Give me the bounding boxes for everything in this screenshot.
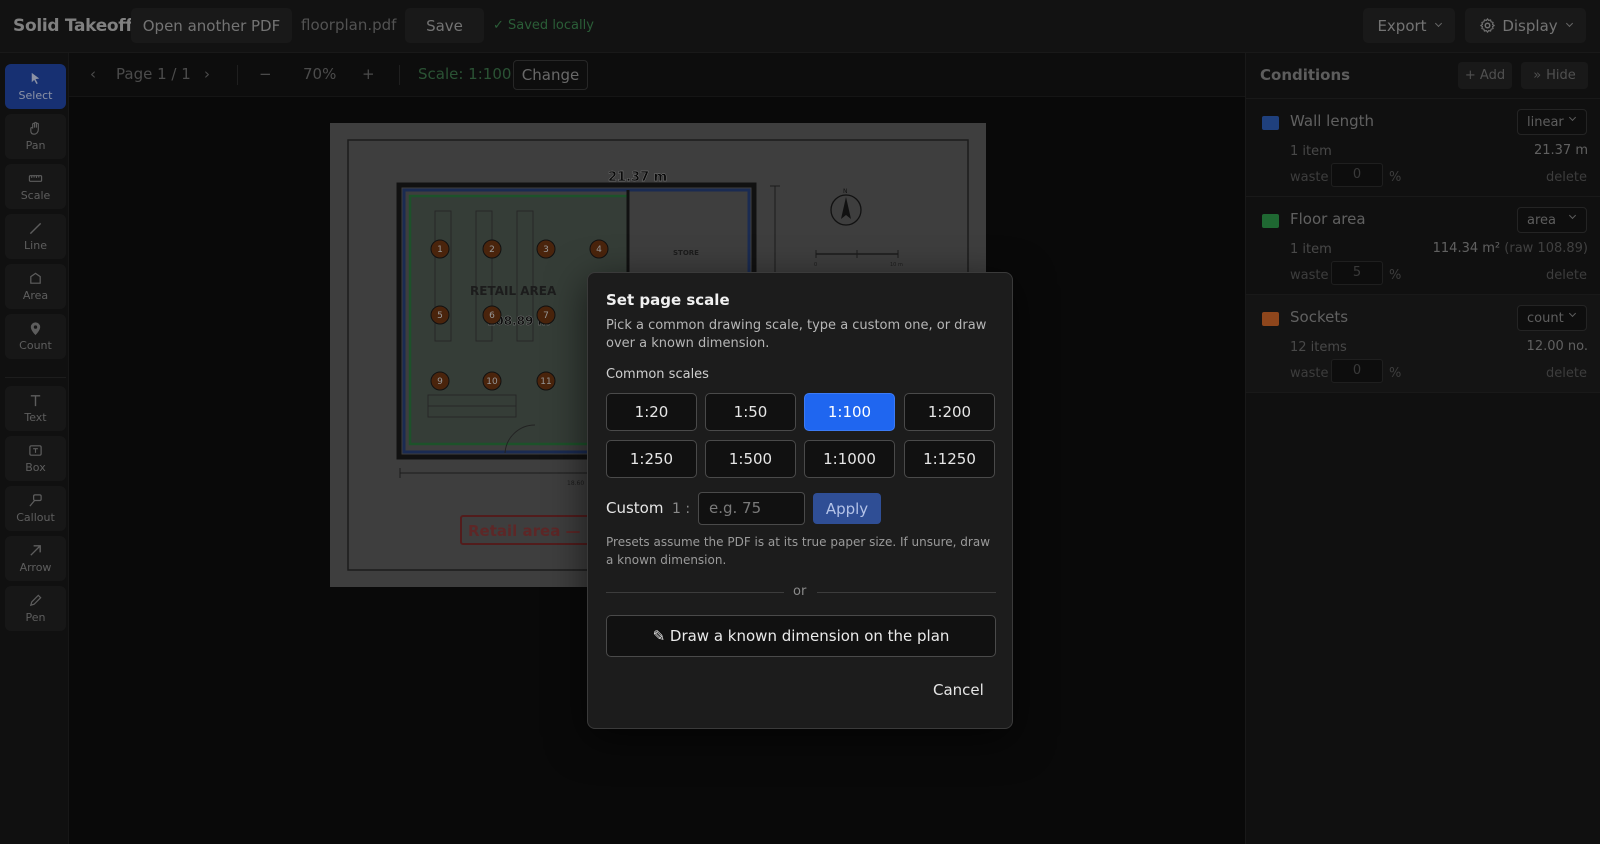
- scale-option-1-1000[interactable]: 1:1000: [804, 440, 895, 478]
- scale-option-1-1250[interactable]: 1:1250: [904, 440, 995, 478]
- scale-option-1-500[interactable]: 1:500: [705, 440, 796, 478]
- scale-hint: Presets assume the PDF is at its true pa…: [606, 535, 991, 567]
- common-scales-heading: Common scales: [606, 367, 709, 382]
- cancel-button[interactable]: Cancel: [933, 681, 984, 699]
- draw-known-dimension-button[interactable]: ✎ Draw a known dimension on the plan: [606, 615, 996, 657]
- scale-option-1-20[interactable]: 1:20: [606, 393, 697, 431]
- apply-custom-scale-button[interactable]: Apply: [813, 493, 881, 524]
- dialog-description: Pick a common drawing scale, type a cust…: [606, 318, 987, 351]
- scale-option-1-250[interactable]: 1:250: [606, 440, 697, 478]
- set-scale-dialog: Set page scale Pick a common drawing sca…: [587, 272, 1013, 729]
- divider-line: [606, 592, 784, 593]
- dialog-title: Set page scale: [606, 291, 730, 309]
- scale-option-1-200[interactable]: 1:200: [904, 393, 995, 431]
- scale-option-1-50[interactable]: 1:50: [705, 393, 796, 431]
- custom-scale-prefix: 1 :: [672, 501, 691, 517]
- scale-option-1-100[interactable]: 1:100: [804, 393, 895, 431]
- divider-line: [817, 592, 996, 593]
- custom-scale-input[interactable]: e.g. 75: [698, 492, 805, 525]
- custom-scale-label: Custom: [606, 499, 664, 517]
- app-root: Solid Takeoff Open another PDF floorplan…: [0, 0, 1600, 844]
- or-separator: or: [793, 584, 807, 599]
